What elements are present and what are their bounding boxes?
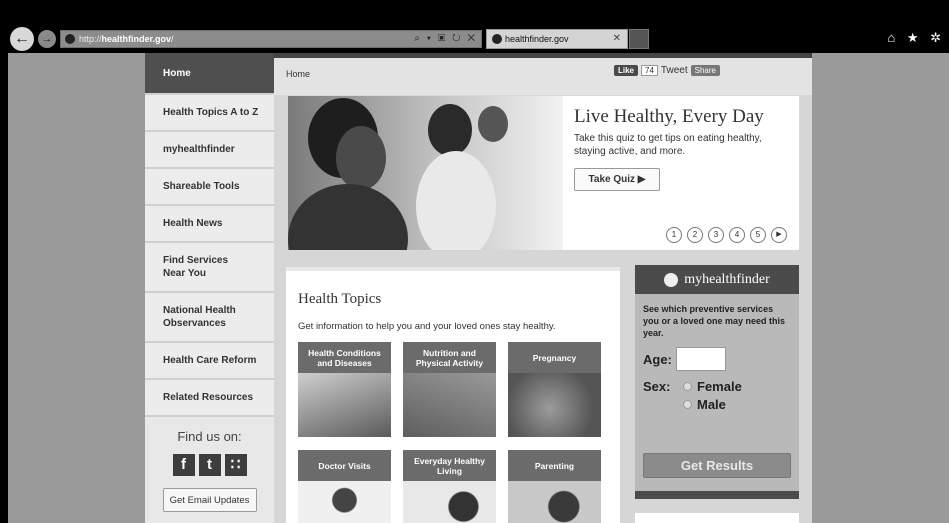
topic-tile-healthy-living[interactable]: Everyday Healthy Living: [403, 450, 496, 523]
health-topics-panel: Health Topics Get information to help yo…: [286, 267, 620, 523]
nutrition-image: [403, 373, 496, 437]
widget-description: See which preventive services you or a l…: [643, 304, 786, 338]
topic-tile-nutrition[interactable]: Nutrition and Physical Activity: [403, 342, 496, 437]
doctor-image: [298, 481, 391, 523]
facebook-like-button[interactable]: Like: [614, 65, 639, 76]
page-content: Home Health Topics A to Z myhealthfinder…: [145, 53, 812, 523]
sidebar-item-label: Health News: [163, 218, 223, 229]
stethoscope-image: [298, 373, 391, 437]
sidebar-item-health-topics[interactable]: Health Topics A to Z: [145, 95, 274, 132]
pregnancy-image: [508, 373, 601, 437]
sidebar-item-label: myhealthfinder: [163, 144, 235, 155]
sidebar-item-label: Home: [163, 67, 191, 79]
sidebar-item-observances[interactable]: National Health Observances: [145, 293, 274, 343]
sidebar-item-label: Related Resources: [163, 392, 254, 403]
healthy-living-image: [403, 481, 496, 523]
female-radio[interactable]: Female: [683, 379, 742, 394]
health-topics-title: Health Topics: [298, 291, 382, 307]
parenting-image: [508, 481, 601, 523]
sidebar-item-shareable-tools[interactable]: Shareable Tools: [145, 169, 274, 206]
hero-image: [288, 96, 563, 250]
back-button[interactable]: ←: [10, 27, 34, 51]
sex-row: Sex: Female Male: [643, 379, 799, 419]
forward-button[interactable]: →: [38, 30, 56, 48]
address-bar-tools[interactable]: ⌕ ▾ ▣ ↻ ✕: [414, 31, 477, 47]
sidebar-item-label: Find Services Near You: [163, 255, 229, 279]
hero-title: Live Healthy, Every Day: [574, 106, 764, 127]
female-label: Female: [697, 379, 742, 394]
new-tab-button[interactable]: [629, 29, 649, 49]
like-count: 74: [641, 65, 658, 76]
play-icon[interactable]: ▶: [771, 227, 787, 243]
browser-icons[interactable]: ⌂ ★ ✲: [887, 30, 945, 46]
age-label: Age:: [643, 351, 672, 367]
tab-favicon-icon: [492, 34, 502, 44]
sidebar-item-health-news[interactable]: Health News: [145, 206, 274, 243]
social-share: Like 74 Tweet Share: [614, 65, 720, 76]
share-button[interactable]: Share: [690, 65, 720, 76]
topic-tile-label: Everyday Healthy Living: [403, 450, 496, 481]
sidebar-item-label: National Health Observances: [163, 305, 236, 329]
carousel-page-4[interactable]: 4: [729, 227, 745, 243]
myhealthfinder-widget: myhealthfinder See which preventive serv…: [635, 265, 799, 497]
social-links: f t ∷: [145, 454, 274, 476]
sidebar-item-label: Health Topics A to Z: [163, 107, 259, 118]
carousel-page-1[interactable]: 1: [666, 227, 682, 243]
topic-tile-doctor-visits[interactable]: Doctor Visits: [298, 450, 391, 523]
carousel-page-2[interactable]: 2: [687, 227, 703, 243]
sidebar-item-myhealthfinder[interactable]: myhealthfinder: [145, 132, 274, 169]
facebook-icon[interactable]: f: [172, 454, 195, 476]
topic-tile-pregnancy[interactable]: Pregnancy: [508, 342, 601, 437]
carousel-pager: 1 2 3 4 5 ▶: [666, 227, 787, 243]
male-radio[interactable]: Male: [683, 397, 726, 412]
hero-carousel: Live Healthy, Every Day Take this quiz t…: [288, 96, 799, 250]
sidebar-item-label: Shareable Tools: [163, 181, 240, 192]
radio-circle-icon: [683, 382, 692, 391]
browser-toolbar: ← → http://healthfinder.gov/ ⌕ ▾ ▣ ↻ ✕ h…: [8, 25, 949, 53]
radio-circle-icon: [683, 400, 692, 409]
take-quiz-button[interactable]: Take Quiz ▶: [574, 168, 660, 191]
sidebar-item-home[interactable]: Home: [145, 53, 274, 95]
site-identity-icon: [65, 34, 75, 44]
page-viewport: Home Health Topics A to Z myhealthfinder…: [8, 53, 949, 523]
sidebar-item-health-care-reform[interactable]: Health Care Reform: [145, 343, 274, 380]
sidebar-item-related-resources[interactable]: Related Resources: [145, 380, 274, 417]
sidebar-item-label: Health Care Reform: [163, 355, 257, 366]
carousel-page-3[interactable]: 3: [708, 227, 724, 243]
rss-icon[interactable]: ∷: [224, 454, 247, 476]
hero-text: Take this quiz to get tips on eating hea…: [574, 133, 762, 157]
breadcrumb-bar: Home Like 74 Tweet Share: [274, 53, 812, 95]
find-us-heading: Find us on:: [177, 429, 242, 444]
tab-title: healthfinder.gov: [505, 34, 569, 44]
topic-tile-parenting[interactable]: Parenting: [508, 450, 601, 523]
topic-tile-label: Doctor Visits: [298, 450, 391, 481]
close-tab-icon[interactable]: ✕: [613, 30, 621, 48]
apple-icon: [664, 272, 679, 287]
topic-tile-label: Nutrition and Physical Activity: [403, 342, 496, 373]
widget-header: myhealthfinder: [635, 265, 799, 294]
widget-title: myhealthfinder: [684, 271, 770, 287]
sex-label: Sex:: [643, 379, 671, 394]
tweet-button[interactable]: Tweet: [661, 65, 688, 76]
topic-tile-label: Health Conditions and Diseases: [298, 342, 391, 373]
male-label: Male: [697, 397, 726, 412]
topic-tile-conditions[interactable]: Health Conditions and Diseases: [298, 342, 391, 437]
secondary-widget: [635, 513, 799, 523]
browser-tab[interactable]: healthfinder.gov ✕: [486, 29, 628, 49]
age-row: Age:: [643, 347, 799, 371]
sidebar-item-find-services[interactable]: Find Services Near You: [145, 243, 274, 293]
health-topics-description: Get information to help you and your lov…: [298, 321, 556, 332]
url-text: http://healthfinder.gov/: [79, 34, 174, 44]
carousel-page-5[interactable]: 5: [750, 227, 766, 243]
twitter-icon[interactable]: t: [198, 454, 221, 476]
widget-footer-bar: [635, 491, 799, 499]
breadcrumb[interactable]: Home: [286, 69, 310, 79]
get-results-button[interactable]: Get Results: [643, 453, 791, 478]
address-bar[interactable]: http://healthfinder.gov/ ⌕ ▾ ▣ ↻ ✕: [60, 30, 482, 48]
sidebar: Home Health Topics A to Z myhealthfinder…: [145, 53, 274, 523]
topic-tile-label: Parenting: [508, 450, 601, 481]
age-input[interactable]: [675, 347, 726, 371]
topic-tile-label: Pregnancy: [508, 342, 601, 373]
email-updates-button[interactable]: Get Email Updates: [162, 488, 257, 512]
